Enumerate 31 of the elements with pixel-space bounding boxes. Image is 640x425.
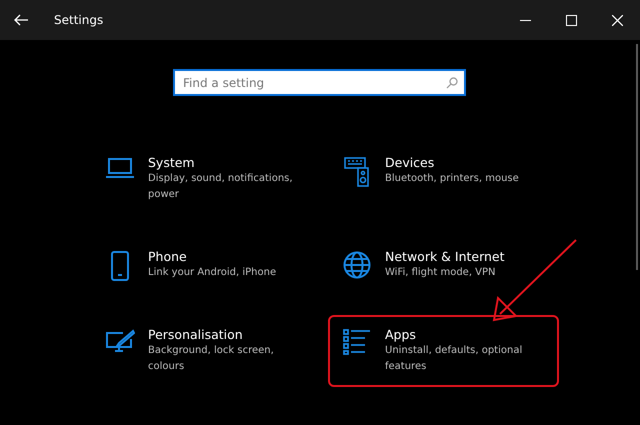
category-title: Personalisation: [148, 327, 244, 343]
category-title: Phone: [148, 249, 188, 265]
settings-category[interactable]: Devices Bluetooth, printers, mouse: [328, 143, 559, 215]
maximize-icon: [566, 14, 576, 26]
close-icon: [612, 14, 622, 26]
category-title: Devices: [385, 155, 436, 171]
category-description: Uninstall, defaults, optional features: [385, 344, 524, 374]
category-title: Network & Internet: [385, 249, 506, 265]
search-icon: [446, 76, 458, 88]
app-list-icon: [343, 329, 371, 355]
settings-category[interactable]: Phone Link your Android, iPhone: [91, 237, 322, 293]
search-field[interactable]: Find a setting: [173, 69, 466, 96]
category-description: Display, sound, notifications, power: [148, 172, 294, 202]
settings-category[interactable]: Network & Internet WiFi, flight mode, VPN: [328, 237, 559, 293]
laptop-icon: [105, 157, 135, 179]
category-description: Background, lock screen, colours: [148, 344, 275, 374]
monitor-brush-icon: [105, 329, 135, 355]
window-title: Settings: [54, 13, 104, 27]
category-description: WiFi, flight mode, VPN: [385, 266, 497, 280]
globe-icon: [343, 251, 371, 279]
category-description: Bluetooth, printers, mouse: [385, 172, 520, 186]
back-arrow-icon: [14, 14, 28, 26]
settings-category[interactable]: System Display, sound, notifications, power: [91, 143, 322, 215]
keyboard-speaker-icon: [344, 157, 370, 187]
category-title: System: [148, 155, 196, 171]
category-description: Link your Android, iPhone: [148, 266, 278, 280]
highlighted-settings-category[interactable]: Apps Uninstall, defaults, optional features: [328, 315, 559, 387]
phone-icon: [111, 251, 129, 281]
search-input[interactable]: Find a setting: [181, 74, 446, 90]
settings-category[interactable]: Personalisation Background, lock screen, colours: [91, 315, 322, 387]
category-title: Apps: [385, 327, 417, 343]
